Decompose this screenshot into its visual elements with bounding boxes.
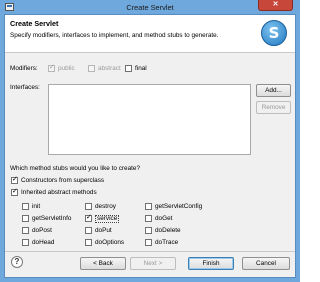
interfaces-list[interactable] (48, 84, 251, 155)
method-label: init (32, 203, 41, 210)
init-checkbox[interactable] (22, 203, 29, 210)
doget-checkbox[interactable] (145, 215, 152, 222)
method-label: doTrace (155, 239, 179, 246)
modifiers-label: Modifiers: (10, 65, 38, 72)
dohead-checkbox[interactable] (22, 239, 29, 246)
remove-interface-button[interactable]: Remove (256, 101, 291, 114)
dotrace-checkbox[interactable] (145, 239, 152, 246)
abstract-checkbox[interactable] (88, 65, 95, 72)
dialog-body: Create Servlet Specify modifiers, interf… (4, 14, 296, 278)
public-label: public (58, 65, 75, 72)
method-label: doOptions (95, 239, 125, 246)
banner-description: Specify modifiers, interfaces to impleme… (10, 32, 219, 39)
dopost-checkbox[interactable] (22, 227, 29, 234)
getservletinfo-checkbox[interactable] (22, 215, 29, 222)
method-label: doGet (155, 215, 173, 222)
window-title: Create Servlet (126, 3, 174, 12)
method-label: doPost (32, 227, 52, 234)
final-checkbox[interactable] (125, 65, 132, 72)
banner-title: Create Servlet (10, 19, 59, 28)
service-checkbox[interactable] (85, 213, 92, 222)
method-label: getServletInfo (32, 215, 72, 222)
getservletconfig-checkbox[interactable] (145, 203, 152, 210)
dodelete-checkbox[interactable] (145, 227, 152, 234)
wizard-banner: Create Servlet Specify modifiers, interf… (5, 15, 295, 53)
dooptions-checkbox[interactable] (85, 239, 92, 246)
stubs-question: Which method stubs would you like to cre… (10, 165, 141, 172)
cancel-button[interactable]: Cancel (242, 257, 290, 270)
dialog-window: Create Servlet ✕ Create Servlet Specify … (0, 0, 300, 282)
abstract-label: abstract (98, 65, 121, 72)
next-button[interactable]: Next > (130, 257, 176, 270)
interfaces-label: Interfaces: (10, 84, 40, 91)
final-label: final (135, 65, 147, 72)
inherited-checkbox[interactable] (11, 187, 18, 196)
doput-checkbox[interactable] (85, 227, 92, 234)
constructors-checkbox[interactable] (11, 175, 18, 184)
method-label: doHead (32, 239, 55, 246)
title-bar[interactable]: Create Servlet ✕ (0, 0, 300, 14)
inherited-label: Inherited abstract methods (21, 189, 97, 196)
destroy-checkbox[interactable] (85, 203, 92, 210)
close-button[interactable]: ✕ (258, 0, 293, 11)
method-label: doPut (95, 227, 112, 234)
method-label: service (95, 215, 120, 223)
method-label: getServletConfig (155, 203, 203, 210)
method-label: doDelete (155, 227, 181, 234)
add-interface-button[interactable]: Add... (256, 84, 291, 97)
help-icon[interactable]: ? (11, 256, 23, 268)
method-label: destroy (95, 203, 116, 210)
constructors-label: Constructors from superclass (21, 177, 105, 184)
servlet-logo-icon (261, 20, 287, 46)
public-checkbox[interactable] (48, 63, 55, 72)
back-button[interactable]: < Back (80, 257, 126, 270)
footer-divider (5, 251, 295, 252)
finish-button[interactable]: Finish (188, 257, 234, 270)
